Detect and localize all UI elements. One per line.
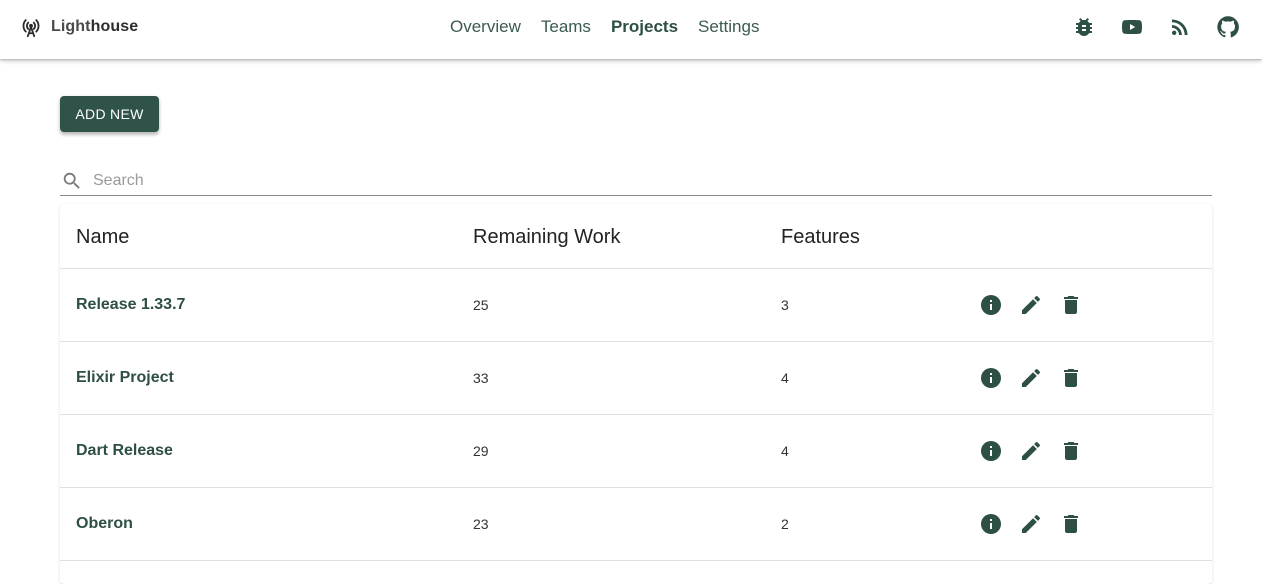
project-name-link[interactable]: Oberon <box>76 514 133 534</box>
info-icon[interactable] <box>979 293 1003 317</box>
bug-icon[interactable] <box>1072 15 1096 39</box>
brand-name: Lighthouse <box>51 18 139 35</box>
table-row: Elixir Project 33 4 <box>60 342 1212 415</box>
nav-overview[interactable]: Overview <box>450 16 521 38</box>
main-nav: Overview Teams Projects Settings <box>450 16 779 38</box>
edit-icon[interactable] <box>1019 366 1043 390</box>
project-name-link[interactable]: Dart Release <box>76 441 173 461</box>
delete-icon[interactable] <box>1059 293 1083 317</box>
add-new-button[interactable]: ADD NEW <box>60 96 159 132</box>
delete-icon[interactable] <box>1059 512 1083 536</box>
nav-settings[interactable]: Settings <box>698 16 759 38</box>
youtube-icon[interactable] <box>1120 15 1144 39</box>
brand-logo[interactable]: Lighthouse <box>20 14 138 40</box>
info-icon[interactable] <box>979 512 1003 536</box>
table-row: Dart Release 29 4 <box>60 415 1212 488</box>
search-input[interactable] <box>93 171 1212 190</box>
features-value: 2 <box>781 516 789 532</box>
features-value: 4 <box>781 443 789 459</box>
edit-icon[interactable] <box>1019 439 1043 463</box>
edit-icon[interactable] <box>1019 293 1043 317</box>
row-actions <box>979 293 1083 317</box>
table-row: Release 1.33.7 25 3 <box>60 269 1212 342</box>
header-name[interactable]: Name <box>76 225 129 249</box>
features-value: 4 <box>781 370 789 386</box>
edit-icon[interactable] <box>1019 512 1043 536</box>
search-bar <box>60 166 1212 196</box>
remaining-work-value: 23 <box>473 516 489 532</box>
row-actions <box>979 439 1083 463</box>
project-name-link[interactable]: Elixir Project <box>76 368 174 388</box>
table-header: Name Remaining Work Features <box>60 204 1212 269</box>
project-name-link[interactable]: Release 1.33.7 <box>76 295 185 315</box>
delete-icon[interactable] <box>1059 439 1083 463</box>
nav-teams[interactable]: Teams <box>541 16 591 38</box>
remaining-work-value: 29 <box>473 443 489 459</box>
remaining-work-value: 25 <box>473 297 489 313</box>
top-app-bar: Lighthouse Overview Teams Projects Setti… <box>0 0 1262 59</box>
broadcast-tower-icon <box>22 19 40 38</box>
info-icon[interactable] <box>979 439 1003 463</box>
info-icon[interactable] <box>979 366 1003 390</box>
top-icon-group <box>1072 15 1240 39</box>
search-icon <box>63 172 80 189</box>
nav-projects[interactable]: Projects <box>611 16 678 38</box>
features-value: 3 <box>781 297 789 313</box>
delete-icon[interactable] <box>1059 366 1083 390</box>
remaining-work-value: 33 <box>473 370 489 386</box>
github-icon[interactable] <box>1216 15 1240 39</box>
projects-table: Name Remaining Work Features Release 1.3… <box>60 204 1212 584</box>
header-remaining-work[interactable]: Remaining Work <box>473 225 620 249</box>
rss-icon[interactable] <box>1168 15 1192 39</box>
row-actions <box>979 512 1083 536</box>
row-actions <box>979 366 1083 390</box>
table-row: Oberon 23 2 <box>60 488 1212 561</box>
header-features[interactable]: Features <box>781 225 860 249</box>
